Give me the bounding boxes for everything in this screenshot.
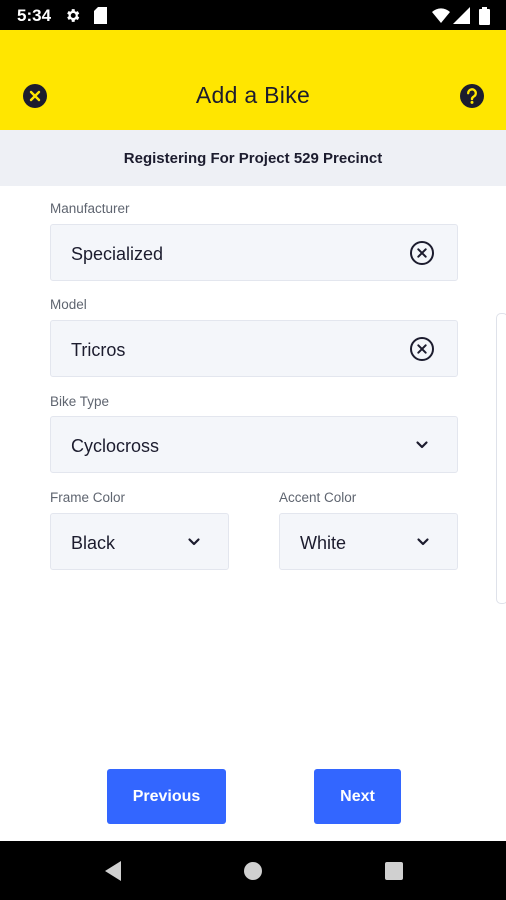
frame-color-label: Frame Color bbox=[50, 490, 126, 505]
battery-icon bbox=[479, 7, 490, 30]
bike-type-value: Cyclocross bbox=[71, 436, 160, 456]
frame-color-select[interactable]: Black bbox=[50, 513, 229, 570]
bike-type-label: Bike Type bbox=[50, 394, 110, 409]
project-banner: Registering For Project 529 Precinct bbox=[0, 130, 506, 186]
manufacturer-field[interactable]: Specialized bbox=[50, 224, 458, 281]
help-icon[interactable] bbox=[459, 83, 485, 109]
manufacturer-label: Manufacturer bbox=[50, 201, 130, 216]
system-nav-bar bbox=[0, 841, 506, 900]
clear-icon[interactable] bbox=[409, 336, 435, 362]
back-icon[interactable] bbox=[103, 860, 123, 887]
accent-color-value: White bbox=[300, 533, 347, 553]
model-value: Tricros bbox=[71, 340, 126, 360]
recents-icon[interactable] bbox=[385, 862, 403, 885]
accent-color-select[interactable]: White bbox=[279, 513, 458, 570]
banner-text: Registering For Project 529 Precinct bbox=[123, 150, 383, 167]
chevron-down-icon bbox=[410, 529, 436, 555]
wifi-icon bbox=[432, 7, 450, 29]
signal-icon bbox=[453, 7, 470, 29]
model-field[interactable]: Tricros bbox=[50, 320, 458, 377]
next-page-card-edge bbox=[496, 313, 506, 604]
status-time: 5:34 bbox=[17, 6, 52, 25]
page-title: Add a Bike bbox=[195, 82, 311, 108]
previous-button[interactable]: Previous bbox=[107, 769, 226, 824]
next-button[interactable]: Next bbox=[314, 769, 401, 824]
chevron-down-icon bbox=[409, 432, 435, 458]
model-label: Model bbox=[50, 297, 87, 312]
accent-color-label: Accent Color bbox=[279, 490, 357, 505]
clear-icon[interactable] bbox=[409, 240, 435, 266]
app-bar: Add a Bike bbox=[0, 30, 506, 130]
frame-color-value: Black bbox=[71, 533, 116, 553]
gear-icon bbox=[64, 7, 81, 29]
sd-card-icon bbox=[94, 7, 107, 29]
home-icon[interactable] bbox=[244, 862, 262, 885]
status-bar: 5:34 bbox=[0, 0, 506, 30]
bike-type-select[interactable]: Cyclocross bbox=[50, 416, 458, 473]
chevron-down-icon bbox=[181, 529, 207, 555]
manufacturer-value: Specialized bbox=[71, 244, 164, 264]
